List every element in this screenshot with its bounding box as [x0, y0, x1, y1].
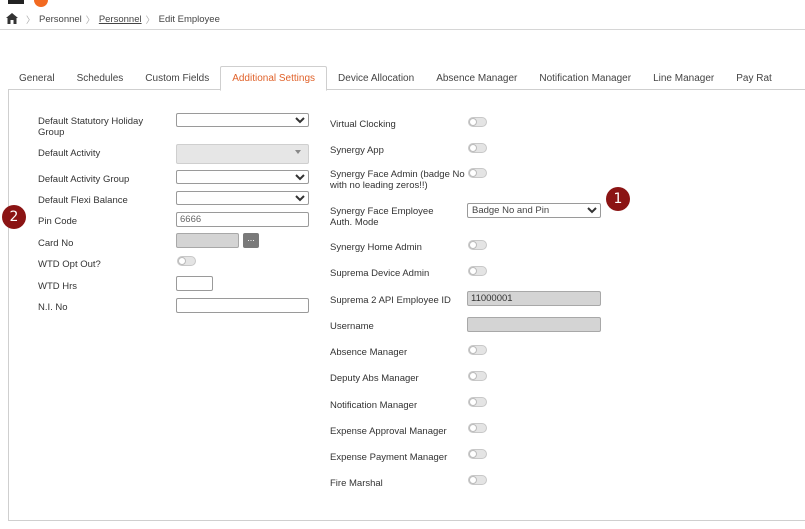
- ni-no-label: N.I. No: [38, 302, 68, 313]
- tab-schedules[interactable]: Schedules: [66, 66, 135, 90]
- suprema-2-api-employee-id-label: Suprema 2 API Employee ID: [330, 295, 451, 306]
- absence-manager-toggle[interactable]: [468, 345, 487, 355]
- default-flexi-balance-label: Default Flexi Balance: [38, 195, 128, 206]
- pin-code-label: Pin Code: [38, 216, 78, 227]
- synergy-app-toggle[interactable]: [468, 143, 487, 153]
- default-statutory-holiday-group-label: Default Statutory Holiday Group: [38, 116, 144, 138]
- deputy-abs-manager-label: Deputy Abs Manager: [330, 373, 419, 384]
- ni-no-input[interactable]: [176, 298, 309, 313]
- default-activity-group-label: Default Activity Group: [38, 174, 130, 185]
- caret-down-icon: [295, 150, 301, 154]
- username-label: Username: [330, 321, 374, 332]
- expense-payment-manager-toggle[interactable]: [468, 449, 487, 459]
- card-no-lookup-button[interactable]: ...: [243, 233, 259, 248]
- tab-notification-manager[interactable]: Notification Manager: [528, 66, 642, 90]
- absence-manager-label: Absence Manager: [330, 347, 408, 358]
- app-header-fragment: [0, 0, 805, 8]
- expense-approval-manager-toggle[interactable]: [468, 423, 487, 433]
- expense-payment-manager-label: Expense Payment Manager: [330, 452, 448, 463]
- default-statutory-holiday-group-select[interactable]: [176, 113, 309, 127]
- tab-general[interactable]: General: [8, 66, 66, 90]
- chevron-right-icon: 〉: [85, 14, 95, 25]
- synergy-face-employee-auth-select[interactable]: Badge No and Pin: [467, 203, 601, 218]
- breadcrumb-personnel-link[interactable]: Personnel: [99, 14, 142, 25]
- virtual-clocking-label: Virtual Clocking: [330, 119, 396, 130]
- breadcrumb-personnel: Personnel: [39, 13, 82, 25]
- pin-code-input[interactable]: 6666: [176, 212, 309, 227]
- synergy-face-employee-auth-value: Badge No and Pin: [472, 205, 550, 216]
- tab-absence-manager[interactable]: Absence Manager: [425, 66, 528, 90]
- home-icon[interactable]: [6, 13, 18, 25]
- username-input[interactable]: [467, 317, 601, 332]
- tab-custom-fields[interactable]: Custom Fields: [134, 66, 220, 90]
- fire-marshal-label: Fire Marshal: [330, 478, 383, 489]
- wtd-opt-out-toggle[interactable]: [177, 256, 196, 266]
- card-no-input[interactable]: [176, 233, 239, 248]
- expense-approval-manager-label: Expense Approval Manager: [330, 426, 447, 437]
- chevron-right-icon: 〉: [26, 14, 36, 25]
- suprema-device-admin-label: Suprema Device Admin: [330, 268, 430, 279]
- chevron-down-icon: [587, 207, 597, 214]
- synergy-app-label: Synergy App: [330, 145, 384, 156]
- tab-additional-settings[interactable]: Additional Settings: [220, 66, 328, 91]
- wtd-hrs-label: WTD Hrs: [38, 281, 78, 292]
- synergy-face-employee-auth-label: Synergy Face Employee Auth. Mode: [330, 206, 434, 228]
- fire-marshal-toggle[interactable]: [468, 475, 487, 485]
- tab-bar: General Schedules Custom Fields Addition…: [8, 66, 805, 91]
- default-activity-select[interactable]: [176, 144, 309, 164]
- menu-icon[interactable]: [8, 0, 24, 4]
- default-activity-label: Default Activity: [38, 148, 101, 159]
- default-activity-group-select[interactable]: [176, 170, 309, 184]
- chevron-down-icon: [295, 174, 305, 181]
- tab-line-manager[interactable]: Line Manager: [642, 66, 725, 90]
- synergy-home-admin-toggle[interactable]: [468, 240, 487, 250]
- suprema-device-admin-toggle[interactable]: [468, 266, 487, 276]
- notification-manager-label: Notification Manager: [330, 400, 418, 411]
- brand-logo: [34, 0, 48, 7]
- tab-pay-rates[interactable]: Pay Rat: [725, 66, 783, 90]
- breadcrumb-current: Edit Employee: [158, 13, 220, 25]
- virtual-clocking-toggle[interactable]: [468, 117, 487, 127]
- suprema-2-api-employee-id-input[interactable]: 11000001: [467, 291, 601, 306]
- breadcrumb: 〉 Personnel 〉 Personnel 〉 Edit Employee: [0, 9, 805, 30]
- callout-badge-2: 2: [2, 205, 26, 229]
- synergy-home-admin-label: Synergy Home Admin: [330, 242, 422, 253]
- wtd-hrs-input[interactable]: [176, 276, 213, 291]
- chevron-down-icon: [295, 195, 305, 202]
- default-flexi-balance-select[interactable]: [176, 191, 309, 205]
- card-no-label: Card No: [38, 238, 74, 249]
- tab-device-allocation[interactable]: Device Allocation: [327, 66, 425, 90]
- notification-manager-toggle[interactable]: [468, 397, 487, 407]
- synergy-face-admin-toggle[interactable]: [468, 168, 487, 178]
- wtd-opt-out-label: WTD Opt Out?: [38, 259, 101, 270]
- deputy-abs-manager-toggle[interactable]: [468, 371, 487, 381]
- synergy-face-admin-label: Synergy Face Admin (badge No with no lea…: [330, 169, 465, 191]
- chevron-down-icon: [295, 117, 305, 124]
- callout-badge-1: 1: [606, 187, 630, 211]
- chevron-right-icon: 〉: [145, 14, 155, 25]
